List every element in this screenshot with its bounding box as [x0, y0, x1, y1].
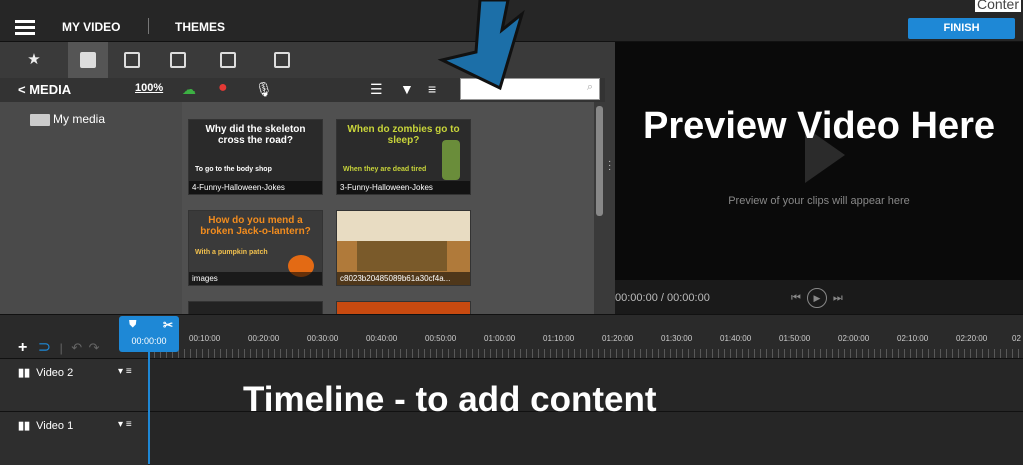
timeline-overlay-text: Timeline - to add content [243, 380, 657, 419]
skip-back-icon[interactable]: ⏮ [791, 292, 801, 304]
comic-panel [337, 211, 470, 241]
undo-icon[interactable]: ↶ [71, 340, 82, 355]
film-icon: ▮▮ [18, 420, 31, 432]
filter-icon[interactable]: ▼ [400, 81, 414, 97]
ruler-tick: 00:20:00 [248, 334, 280, 343]
media-thumbnail[interactable] [188, 301, 323, 314]
annotation-arrow-icon [437, 0, 525, 91]
star-icon[interactable]: ★ [14, 42, 54, 78]
thumbnail-caption: images [189, 272, 322, 285]
topbar-divider [148, 18, 149, 34]
track-name-text: Video 1 [36, 420, 74, 432]
search-icon: ⌕ [586, 81, 593, 93]
track-menu[interactable]: ▾ ≡ [118, 366, 132, 377]
finish-button[interactable]: FINISH [908, 18, 1015, 39]
ruler-tick: 01:30:00 [661, 334, 693, 343]
ruler-tick: 00:30:00 [307, 334, 339, 343]
images-icon[interactable] [262, 42, 302, 78]
media-thumbnail[interactable]: Why did the skeleton cross the road? To … [188, 119, 323, 195]
microphone-icon[interactable]: 🎙 [255, 81, 273, 98]
cut-icon[interactable]: ✂ [163, 318, 173, 332]
redo-icon[interactable]: ↷ [89, 340, 100, 355]
ruler-tick: 00:40:00 [366, 334, 398, 343]
media-back-button[interactable]: < MEDIA [18, 82, 71, 97]
folder-label: My media [53, 112, 106, 126]
thumbnail-caption: c8023b20485089b61a30cf4a... [337, 272, 470, 285]
preview-area: Preview of your clips will appear here [615, 42, 1023, 280]
magnet-icon[interactable]: ⊃ [38, 339, 51, 356]
zoom-level[interactable]: 100% [135, 82, 163, 94]
timeline-ruler[interactable] [148, 349, 1023, 358]
thumbnail-answer: When they are dead tired [343, 166, 427, 173]
list-view-icon[interactable]: ☰ [370, 81, 383, 98]
image-add-icon[interactable] [158, 42, 198, 78]
play-icon[interactable]: ▶ [806, 288, 827, 308]
media-scrollbar[interactable] [594, 102, 605, 314]
scroll-thumb[interactable] [596, 106, 603, 216]
media-grid: Why did the skeleton cross the road? To … [182, 102, 594, 314]
corner-text: Conter [974, 0, 1021, 12]
zombie-figure [442, 140, 460, 180]
ruler-tick: 01:50:00 [779, 334, 811, 343]
ruler-tick: 02:20:00 [956, 334, 988, 343]
skip-forward-icon[interactable]: ⏭ [833, 292, 843, 304]
ruler-tick: 00:10:00 [189, 334, 221, 343]
image-icon[interactable] [112, 42, 152, 78]
thumbnail-caption: 4-Funny-Halloween-Jokes [189, 181, 322, 194]
folder-pane: My media [0, 102, 182, 314]
drag-handle-icon[interactable]: · · · [608, 157, 611, 175]
playhead[interactable]: ⛊ ✂ 00:00:00 [119, 316, 179, 352]
chevron-down-icon[interactable]: ▾ [118, 366, 123, 377]
track-name-text: Video 2 [36, 367, 74, 379]
folder-my-media[interactable]: My media [30, 112, 105, 126]
separator: | [59, 341, 63, 355]
media-thumbnail[interactable]: When do zombies go to sleep? When they a… [336, 119, 471, 195]
preview-controls: 00:00:00 / 00:00:00 ⏮ ▶ ⏭ [615, 280, 1023, 314]
folder-star-icon[interactable] [68, 42, 108, 78]
ruler-tick: 01:10:00 [543, 334, 575, 343]
thumbnail-title: How do you mend a broken Jack-o-lantern? [200, 215, 311, 237]
ruler-tick: 02:10:00 [897, 334, 929, 343]
playhead-line [148, 352, 150, 464]
track-name: ▮▮ Video 1 [18, 419, 73, 432]
track-menu[interactable]: ▾ ≡ [118, 419, 132, 430]
preview-time: 00:00:00 / 00:00:00 [615, 292, 710, 304]
ruler-tick: 00:50:00 [425, 334, 457, 343]
record-icon[interactable]: ● [218, 79, 228, 97]
comic-panel [357, 241, 447, 271]
thumbnail-answer: To go to the body shop [195, 166, 272, 173]
track-name: ▮▮ Video 2 [18, 366, 73, 379]
track-label: ▮▮ Video 1 ▾ ≡ [0, 412, 148, 465]
pane-divider[interactable]: · · · [605, 42, 615, 314]
ruler-tick: 01:40:00 [720, 334, 752, 343]
thumbnail-answer: With a pumpkin patch [195, 249, 268, 256]
preview-message: Preview of your clips will appear here [728, 195, 910, 207]
film-icon: ▮▮ [18, 367, 31, 379]
media-thumbnail[interactable]: c8023b20485089b61a30cf4a... [336, 210, 471, 286]
thumbnail-caption: 3-Funny-Halloween-Jokes [337, 181, 470, 194]
my-video-link[interactable]: MY VIDEO [62, 20, 120, 34]
themes-link[interactable]: THEMES [175, 20, 225, 34]
media-thumbnail[interactable]: How do you mend a broken Jack-o-lantern?… [188, 210, 323, 286]
ruler-tick: 01:20:00 [602, 334, 634, 343]
chevron-down-icon[interactable]: ▾ [118, 419, 123, 430]
folder-icon [30, 113, 50, 126]
ruler-tick: 02 [1012, 334, 1021, 343]
menu-icon[interactable] [15, 20, 35, 38]
playback-buttons: ⏮ ▶ ⏭ [791, 288, 843, 308]
track-label: ▮▮ Video 2 ▾ ≡ [0, 359, 148, 412]
marker-icon[interactable]: ⛊ [129, 319, 137, 330]
track-options-icon[interactable]: ≡ [126, 419, 132, 430]
upload-cloud-icon[interactable]: ☁ [182, 81, 196, 98]
thumbnail-title: Why did the skeleton cross the road? [205, 124, 306, 146]
track-options-icon[interactable]: ≡ [126, 366, 132, 377]
playhead-time: 00:00:00 [131, 336, 167, 346]
ruler-tick: 01:00:00 [484, 334, 516, 343]
timeline-controls: + ⊃ | ↶ ↷ [18, 337, 100, 357]
add-icon[interactable]: + [18, 339, 27, 356]
preview-overlay-text: Preview Video Here [642, 105, 996, 147]
ruler-tick: 02:00:00 [838, 334, 870, 343]
image-edit-icon[interactable] [208, 42, 248, 78]
media-thumbnail[interactable] [336, 301, 471, 314]
